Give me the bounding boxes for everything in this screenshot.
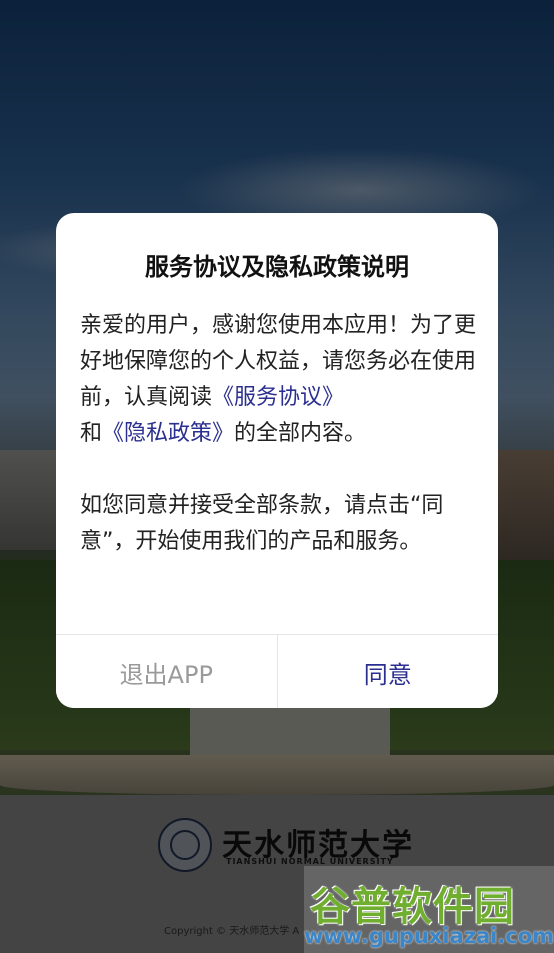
watermark-url: www.gupuxiazai.com <box>304 924 554 948</box>
dialog-actions: 退出APP 同意 <box>56 634 498 708</box>
privacy-policy-dialog: 服务协议及隐私政策说明 亲爱的用户，感谢您使用本应用！为了更好地保障您的个人权益… <box>56 213 498 708</box>
dialog-title: 服务协议及隐私政策说明 <box>145 253 409 281</box>
watermark: 谷普软件园 www.gupuxiazai.com <box>304 866 554 953</box>
agree-button[interactable]: 同意 <box>277 635 498 708</box>
dialog-paragraph-2: 如您同意并接受全部条款，请点击“同意”，开始使用我们的产品和服务。 <box>80 493 444 554</box>
privacy-policy-link[interactable]: 《隐私政策》 <box>102 421 234 446</box>
exit-app-button[interactable]: 退出APP <box>56 635 278 708</box>
service-agreement-link[interactable]: 《服务协议》 <box>212 385 344 410</box>
paragraph-1-and: 和 <box>80 421 103 446</box>
dialog-body: 亲爱的用户，感谢您使用本应用！为了更好地保障您的个人权益，请您务必在使用前，认真… <box>80 308 478 560</box>
paragraph-1-end: 的全部内容。 <box>234 421 367 446</box>
dialog-paragraph-1: 亲爱的用户，感谢您使用本应用！为了更好地保障您的个人权益，请您务必在使用前，认真… <box>80 308 478 452</box>
